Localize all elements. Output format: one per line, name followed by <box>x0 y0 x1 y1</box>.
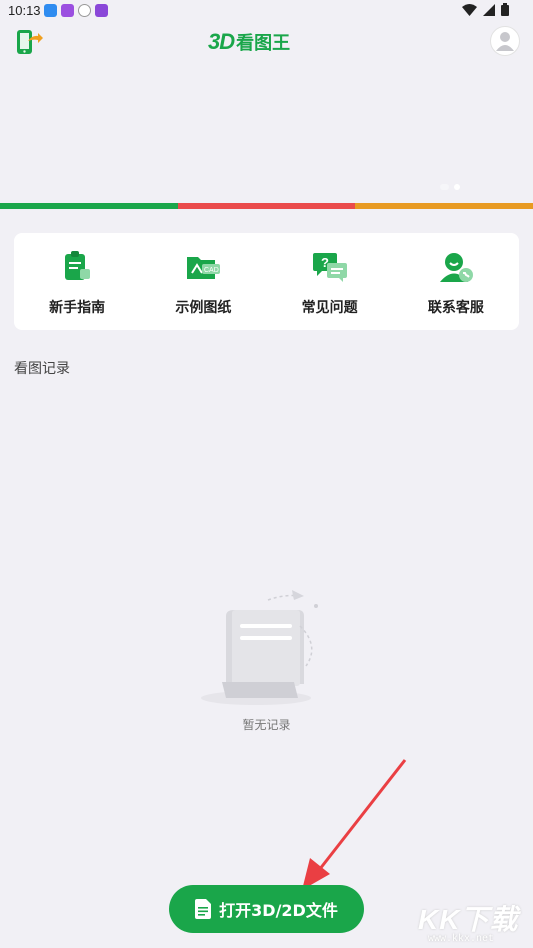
user-icon <box>496 32 514 51</box>
wifi-icon <box>462 3 477 16</box>
svg-text:CAD: CAD <box>204 267 219 274</box>
app-icon-purple <box>61 4 74 17</box>
app-icon-purple-2 <box>95 4 108 17</box>
banner-carousel[interactable] <box>0 60 533 202</box>
open-file-button[interactable]: 打开3D/2D文件 <box>169 885 364 933</box>
share-phone-button[interactable] <box>14 27 44 57</box>
signal-icon <box>483 3 495 16</box>
user-avatar-button[interactable] <box>490 26 520 56</box>
quick-action-guide[interactable]: 新手指南 <box>14 233 140 330</box>
status-right-icons <box>462 3 509 16</box>
watermark-text: KK下载 <box>418 904 519 935</box>
strip-orange <box>355 203 533 209</box>
logo-3d-text: 3D <box>208 29 235 54</box>
quick-action-support[interactable]: 联系客服 <box>393 233 519 330</box>
red-arrow-annotation <box>302 759 407 890</box>
logo-cn-text: 看图王 <box>236 33 291 54</box>
app-icon-ring <box>78 4 91 17</box>
customer-service-icon <box>439 253 473 282</box>
strip-green <box>0 203 178 209</box>
battery-icon <box>501 3 509 16</box>
quick-action-label: 示例图纸 <box>175 300 232 316</box>
strip-red <box>177 203 356 209</box>
banner-dot-1 <box>440 184 449 190</box>
document-icon <box>195 899 212 919</box>
status-bar: 10:13 <box>0 0 533 24</box>
app-icon-blue <box>44 4 57 17</box>
quick-actions-card: 新手指南 CAD 示例图纸 ? 常见问题 联系客服 <box>14 233 519 330</box>
phone-share-icon <box>17 30 43 54</box>
faq-chat-icon: ? <box>312 253 347 282</box>
quick-action-samples[interactable]: CAD 示例图纸 <box>140 233 266 330</box>
app-bar: 3D 看图王 <box>0 24 533 60</box>
empty-state-text: 暂无记录 <box>242 718 291 732</box>
empty-scroll-illustration <box>201 590 318 705</box>
app-logo: 3D 看图王 <box>208 29 291 54</box>
open-file-label: 打开3D/2D文件 <box>219 901 338 920</box>
watermark: KK下载 www.kkx.net <box>418 898 530 948</box>
quick-action-label: 新手指南 <box>49 300 106 316</box>
cad-folder-icon: CAD <box>187 257 221 279</box>
banner-dot-2 <box>454 184 460 190</box>
quick-action-label: 常见问题 <box>301 300 358 316</box>
status-time: 10:13 <box>8 3 41 18</box>
color-strip <box>0 203 533 209</box>
clipboard-guide-icon <box>65 251 91 280</box>
quick-action-faq[interactable]: ? 常见问题 <box>267 233 393 330</box>
banner-pagination <box>440 184 460 190</box>
history-section-title: 看图记录 <box>14 361 70 377</box>
quick-action-label: 联系客服 <box>427 300 484 316</box>
status-app-icons <box>44 4 108 17</box>
